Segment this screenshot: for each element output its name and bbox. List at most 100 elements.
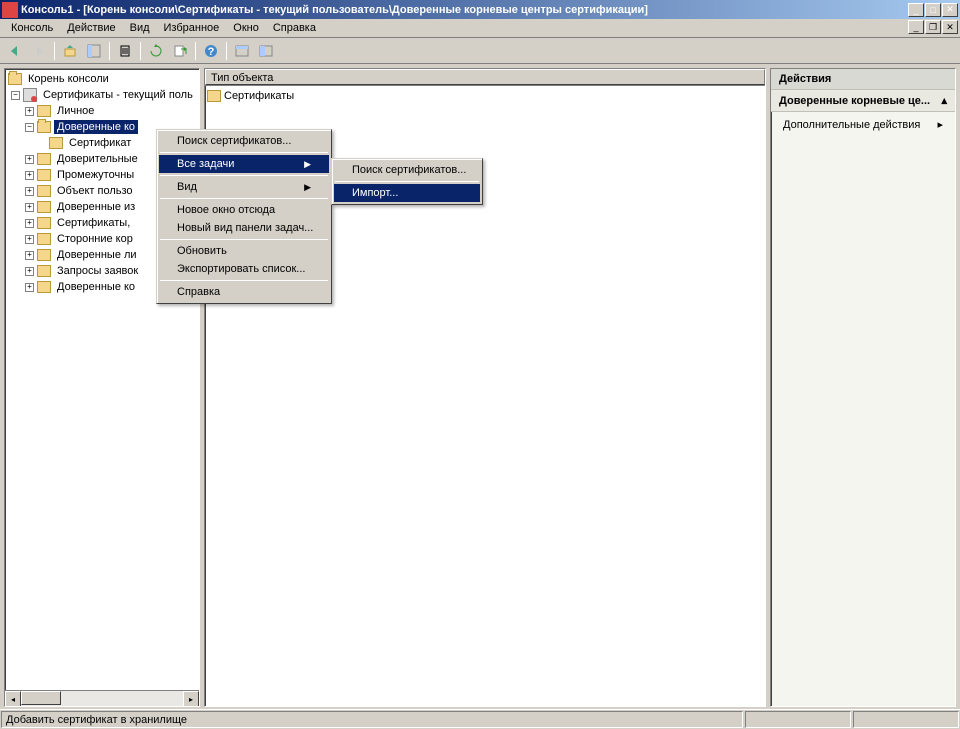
sm-import[interactable]: Импорт... [334, 184, 480, 202]
extra-button-1[interactable] [231, 40, 253, 62]
tree-item-label: Промежуточны [54, 168, 137, 182]
folder-icon [37, 105, 51, 117]
extra-button-2[interactable] [255, 40, 277, 62]
expand-icon[interactable]: + [25, 267, 34, 276]
tree-scrollbar[interactable]: ◂ ▸ [5, 690, 199, 706]
tree-item-label-selected: Доверенные ко [54, 120, 138, 134]
expand-icon[interactable]: + [25, 203, 34, 212]
export-button[interactable] [169, 40, 191, 62]
expand-icon[interactable]: + [25, 187, 34, 196]
submenu-arrow-icon: ▶ [304, 159, 311, 170]
tree-certs-label: Сертификаты - текущий поль [40, 88, 196, 102]
menu-bar: Консоль Действие Вид Избранное Окно Спра… [0, 19, 960, 38]
context-menu: Поиск сертификатов... Все задачи▶ Вид▶ Н… [156, 129, 332, 304]
menu-action[interactable]: Действие [60, 20, 122, 36]
mdi-minimize-button[interactable]: _ [908, 20, 924, 34]
tree-item-label: Личное [54, 104, 97, 118]
folder-icon [49, 137, 63, 149]
expand-icon[interactable]: + [25, 171, 34, 180]
expand-icon[interactable]: + [25, 251, 34, 260]
folder-icon [37, 265, 51, 277]
cm-refresh[interactable]: Обновить [159, 242, 329, 260]
cm-help[interactable]: Справка [159, 283, 329, 301]
folder-icon [37, 249, 51, 261]
collapse-icon[interactable]: − [25, 123, 34, 132]
sm-find-certs[interactable]: Поиск сертификатов... [334, 161, 480, 179]
cm-export-list[interactable]: Экспортировать список... [159, 260, 329, 278]
menu-window[interactable]: Окно [226, 20, 266, 36]
expand-icon[interactable]: + [25, 107, 34, 116]
status-cell-2 [853, 711, 959, 728]
expand-icon[interactable]: + [25, 235, 34, 244]
list-row-label: Сертификаты [224, 90, 294, 102]
mdi-restore-button[interactable]: ❐ [925, 20, 941, 34]
actions-subtitle[interactable]: Доверенные корневые це... ▴ [771, 90, 955, 112]
expand-icon[interactable]: + [25, 283, 34, 292]
up-button[interactable] [59, 40, 81, 62]
mdi-close-button[interactable]: ✕ [942, 20, 958, 34]
folder-icon [37, 233, 51, 245]
column-header-type[interactable]: Тип объекта [205, 69, 765, 85]
folder-icon [37, 185, 51, 197]
arrow-icon: ▸ [937, 118, 943, 131]
show-hide-tree-button[interactable] [83, 40, 105, 62]
tree-item-label: Доверительные [54, 152, 141, 166]
expand-icon[interactable]: + [25, 155, 34, 164]
tree-item-label: Запросы заявок [54, 264, 141, 278]
delete-button[interactable] [114, 40, 136, 62]
expand-icon[interactable]: + [25, 219, 34, 228]
folder-icon [37, 201, 51, 213]
close-button[interactable]: ✕ [942, 3, 958, 17]
menu-favorites[interactable]: Избранное [157, 20, 227, 36]
scroll-right-button[interactable]: ▸ [183, 691, 199, 707]
tree-item-label: Объект пользо [54, 184, 136, 198]
folder-icon [8, 73, 22, 85]
folder-icon [37, 169, 51, 181]
actions-more[interactable]: Дополнительные действия ▸ [771, 112, 955, 137]
scroll-thumb[interactable] [21, 691, 61, 705]
cm-find-certs[interactable]: Поиск сертификатов... [159, 132, 329, 150]
tree-item-label: Сертификат [66, 136, 134, 150]
window-title: Консоль1 - [Корень консоли\Сертификаты -… [21, 4, 908, 16]
list-row-certificates[interactable]: Сертификаты [207, 88, 763, 104]
window-buttons: _ □ ✕ [908, 3, 958, 17]
cm-new-taskpad[interactable]: Новый вид панели задач... [159, 219, 329, 237]
tree-certs[interactable]: − Сертификаты - текущий поль [5, 87, 199, 103]
menu-help[interactable]: Справка [266, 20, 323, 36]
minimize-button[interactable]: _ [908, 3, 924, 17]
tree-item-personal[interactable]: + Личное [5, 103, 199, 119]
certificate-icon [23, 88, 37, 102]
cm-new-window[interactable]: Новое окно отсюда [159, 201, 329, 219]
menu-console[interactable]: Консоль [4, 20, 60, 36]
help-button[interactable]: ? [200, 40, 222, 62]
collapse-icon: ▴ [941, 94, 947, 107]
back-button[interactable] [4, 40, 26, 62]
scroll-left-button[interactable]: ◂ [5, 691, 21, 707]
collapse-icon[interactable]: − [11, 91, 20, 100]
toolbar: ? [0, 38, 960, 64]
cm-all-tasks[interactable]: Все задачи▶ [159, 155, 329, 173]
tree-item-label: Сторонние кор [54, 232, 136, 246]
tree-item-label: Доверенные из [54, 200, 138, 214]
tree-root[interactable]: Корень консоли [5, 71, 199, 87]
submenu-arrow-icon: ▶ [304, 182, 311, 193]
tree-root-label: Корень консоли [25, 72, 112, 86]
forward-button[interactable] [28, 40, 50, 62]
tree-item-label: Доверенные ко [54, 280, 138, 294]
actions-panel: Действия Доверенные корневые це... ▴ Доп… [770, 68, 956, 707]
cm-view[interactable]: Вид▶ [159, 178, 329, 196]
actions-title: Действия [771, 69, 955, 90]
tree-item-label: Доверенные ли [54, 248, 140, 262]
svg-text:?: ? [208, 46, 215, 58]
folder-icon [37, 281, 51, 293]
app-icon [2, 2, 18, 18]
folder-icon [207, 90, 221, 102]
title-bar: Консоль1 - [Корень консоли\Сертификаты -… [0, 0, 960, 19]
status-cell-1 [745, 711, 851, 728]
status-text: Добавить сертификат в хранилище [1, 711, 743, 728]
menu-view[interactable]: Вид [123, 20, 157, 36]
refresh-button[interactable] [145, 40, 167, 62]
folder-icon [37, 121, 51, 133]
status-bar: Добавить сертификат в хранилище [0, 709, 960, 729]
maximize-button[interactable]: □ [925, 3, 941, 17]
